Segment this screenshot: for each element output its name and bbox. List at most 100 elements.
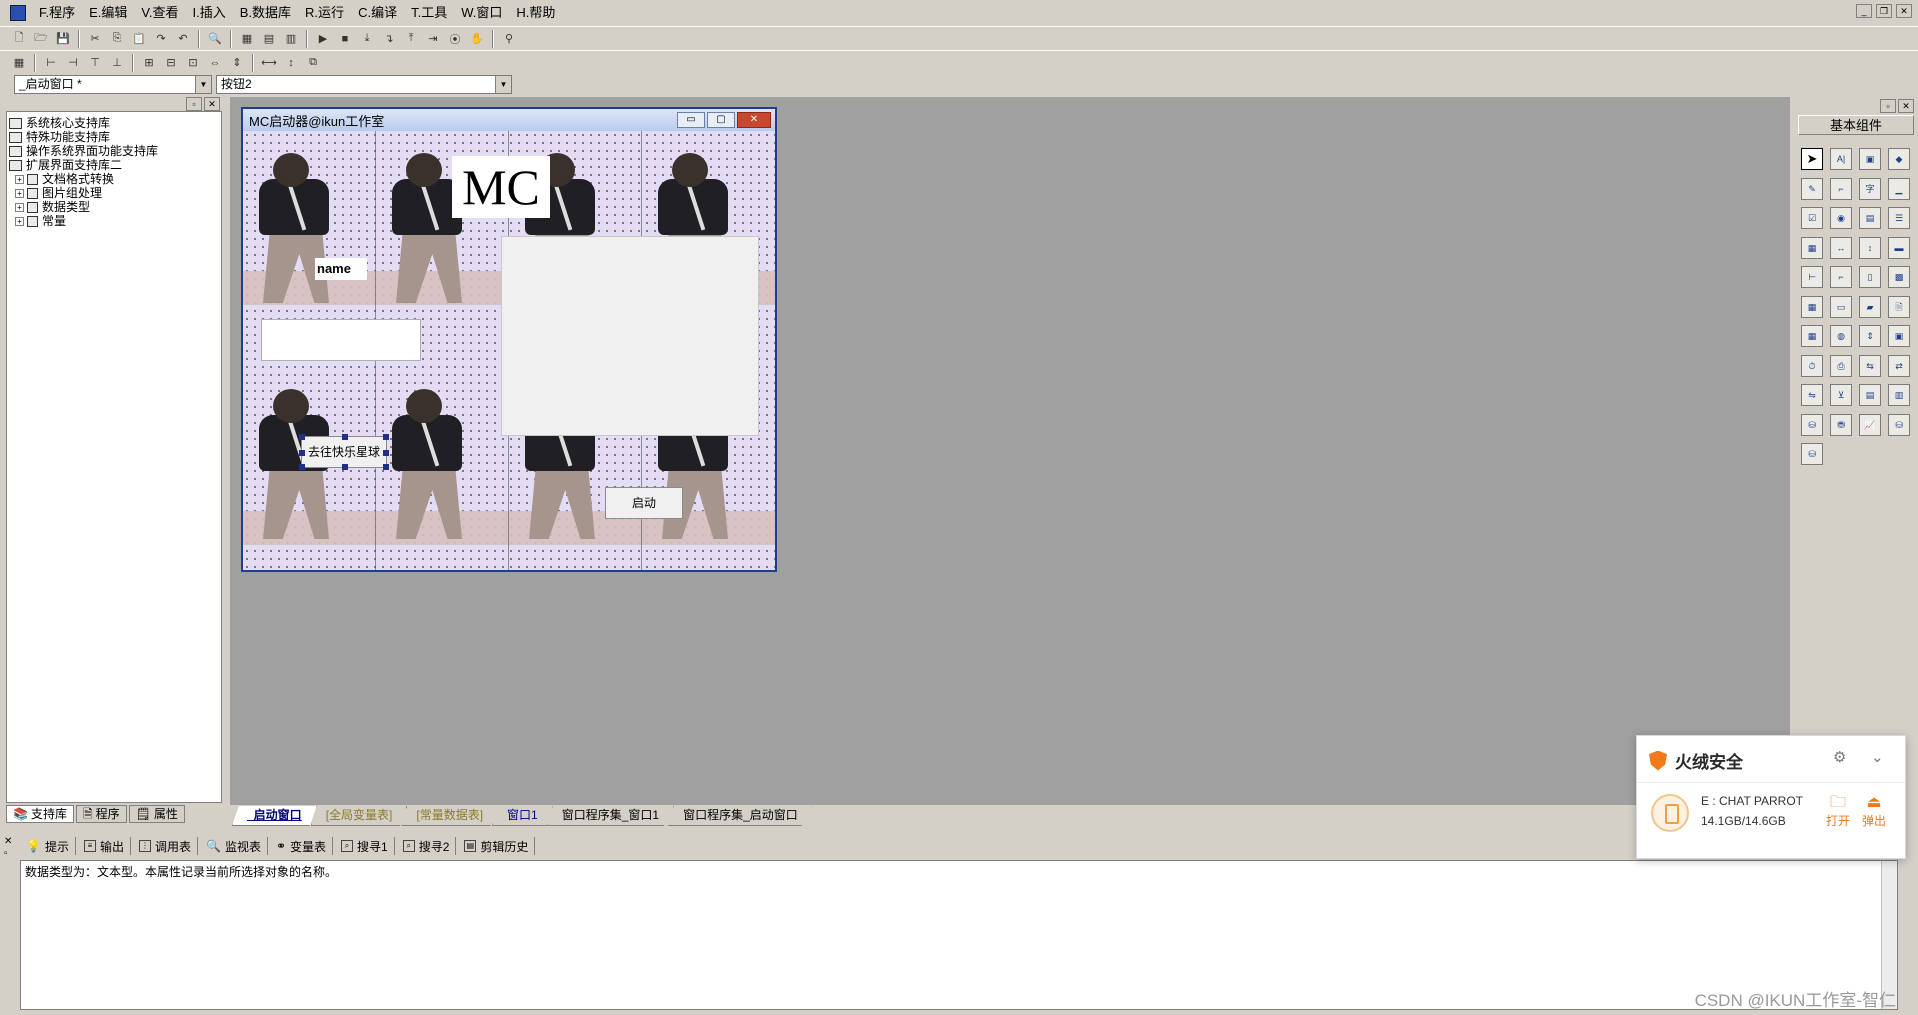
- tab-control-icon[interactable]: ⌐: [1830, 266, 1852, 288]
- tab-output[interactable]: ≡ 输出: [83, 837, 131, 855]
- close-icon[interactable]: ✕: [1898, 99, 1914, 113]
- hyperlink-icon[interactable]: ◍: [1830, 325, 1852, 347]
- menu-insert[interactable]: I.插入: [186, 1, 233, 25]
- layout-two-icon[interactable]: ▤: [260, 30, 278, 48]
- drive-box-icon[interactable]: ▭: [1830, 295, 1852, 318]
- color-picker-icon[interactable]: ▦: [1801, 325, 1823, 347]
- component-select[interactable]: 按钮2 ▼: [216, 74, 512, 94]
- file-box-icon[interactable]: 🗎: [1888, 295, 1910, 318]
- tab-watch[interactable]: 🔍 监视表: [206, 837, 268, 855]
- menu-view[interactable]: V.查看: [134, 1, 185, 25]
- name-input[interactable]: [261, 319, 421, 361]
- maximize-icon[interactable]: ▢: [707, 112, 735, 128]
- label-text-icon[interactable]: 字: [1859, 177, 1881, 200]
- odbc-database-icon[interactable]: ⛁: [1888, 413, 1910, 436]
- breakpoint-icon[interactable]: ⦿: [446, 30, 464, 48]
- tree-item[interactable]: 扩展界面支持库二: [9, 158, 219, 172]
- common-dialog-icon[interactable]: ▣: [1888, 325, 1910, 347]
- server-icon[interactable]: ⇋: [1801, 384, 1823, 406]
- menu-database[interactable]: B.数据库: [233, 1, 298, 25]
- tree-item[interactable]: + 文档格式转换: [9, 172, 219, 186]
- list-box-icon[interactable]: ☰: [1888, 207, 1910, 229]
- align-left-icon[interactable]: ⊢: [42, 54, 60, 72]
- tab-hint[interactable]: 💡 提示: [26, 837, 76, 855]
- label-component-icon[interactable]: A|: [1830, 148, 1852, 170]
- tree-item[interactable]: 操作系统界面功能支持库: [9, 144, 219, 158]
- run-icon[interactable]: ▶: [314, 30, 332, 48]
- resize-handle[interactable]: [299, 464, 305, 470]
- designer-form-window[interactable]: MC启动器@ikun工作室 ▭ ▢ ✕ MC name 去往快乐星球 启动: [241, 107, 777, 572]
- mc-title-label[interactable]: MC: [452, 156, 550, 218]
- layout-one-icon[interactable]: ▦: [238, 30, 256, 48]
- tree-item[interactable]: + 常量: [9, 214, 219, 228]
- printer-icon[interactable]: ⎙: [1830, 354, 1852, 377]
- layout-three-icon[interactable]: ▥: [282, 30, 300, 48]
- expand-icon[interactable]: +: [15, 188, 24, 198]
- data-link-icon[interactable]: ⛃: [1830, 413, 1852, 436]
- tab-variables[interactable]: ⚭ 变量表: [276, 837, 334, 855]
- pin-icon[interactable]: ▫: [1880, 99, 1896, 113]
- client-icon[interactable]: ⇄: [1888, 354, 1910, 377]
- menu-compile[interactable]: C.编译: [351, 1, 404, 25]
- gear-icon[interactable]: ⚙: [1833, 748, 1846, 766]
- resize-handle[interactable]: [383, 450, 389, 456]
- minimize-icon[interactable]: ▭: [677, 112, 705, 128]
- resize-handle[interactable]: [383, 434, 389, 440]
- undo-icon[interactable]: ↶: [174, 30, 192, 48]
- resize-handle[interactable]: [299, 434, 305, 440]
- save-icon[interactable]: 💾: [54, 30, 72, 48]
- tab-search1[interactable]: ⌕ 搜寻1: [341, 837, 395, 855]
- drawing-board-icon[interactable]: ✎: [1801, 177, 1823, 200]
- edit-box-icon[interactable]: ▁: [1888, 177, 1910, 200]
- horizontal-scrollbar-icon[interactable]: ↔: [1830, 236, 1852, 259]
- progress-bar-icon[interactable]: ▬: [1888, 236, 1910, 259]
- menu-window[interactable]: W.窗口: [454, 1, 509, 25]
- adjuster-icon[interactable]: ⇕: [1859, 325, 1881, 347]
- open-folder-icon[interactable]: 🗁: [32, 30, 50, 48]
- pointer-icon[interactable]: ➤: [1801, 148, 1823, 170]
- align-top-icon[interactable]: ⊤: [86, 54, 104, 72]
- chevron-down-icon[interactable]: ⌄: [1871, 748, 1884, 766]
- expand-icon[interactable]: +: [15, 216, 24, 226]
- same-size-icon[interactable]: ⊡: [184, 54, 202, 72]
- redo-icon[interactable]: ↷: [152, 30, 170, 48]
- group-box-icon[interactable]: ⌐: [1830, 177, 1852, 200]
- tab-window1[interactable]: 窗口1: [492, 806, 553, 826]
- close-icon[interactable]: ✕: [1896, 4, 1912, 18]
- animation-box-icon[interactable]: ▯: [1859, 266, 1881, 288]
- calendar-icon[interactable]: ▩: [1888, 266, 1910, 288]
- restore-icon[interactable]: ❐: [1876, 4, 1892, 18]
- tab-properties[interactable]: 🗒 属性: [128, 805, 185, 823]
- vertical-scrollbar-icon[interactable]: ↕: [1859, 236, 1881, 259]
- binoculars-icon[interactable]: ⚲: [500, 30, 518, 48]
- chevron-down-icon[interactable]: ▼: [195, 75, 211, 93]
- form-title-bar[interactable]: MC启动器@ikun工作室 ▭ ▢ ✕: [243, 109, 775, 131]
- menu-program[interactable]: F.程序: [32, 1, 82, 25]
- tab-search2[interactable]: ⌕ 搜寻2: [402, 837, 457, 855]
- data-report-icon[interactable]: ⇆: [1859, 354, 1881, 377]
- chart-icon[interactable]: 📈: [1859, 413, 1881, 436]
- paste-icon[interactable]: 📋: [130, 30, 148, 48]
- name-label[interactable]: name: [315, 258, 367, 280]
- open-drive-button[interactable]: 🗀 打开: [1823, 794, 1853, 829]
- table-icon[interactable]: ▤: [1859, 384, 1881, 406]
- tab-start-window[interactable]: _启动窗口: [232, 806, 317, 826]
- tab-library[interactable]: 📚 支持库: [6, 805, 74, 823]
- bring-front-icon[interactable]: ⧉: [304, 54, 322, 72]
- checkbox-icon[interactable]: ☑: [1801, 207, 1823, 229]
- expand-icon[interactable]: +: [15, 202, 24, 212]
- timer-icon[interactable]: ⏱: [1801, 354, 1823, 377]
- align-center-icon[interactable]: ⊣: [64, 54, 82, 72]
- shape-box-icon[interactable]: ◆: [1888, 148, 1910, 170]
- chevron-down-icon[interactable]: ▼: [495, 75, 511, 93]
- output-list-box[interactable]: [501, 236, 759, 436]
- combo-box-icon[interactable]: ▤: [1859, 207, 1881, 229]
- window-select[interactable]: _启动窗口 * ▼: [14, 74, 212, 94]
- tree-item[interactable]: + 图片组处理: [9, 186, 219, 200]
- tab-clip-history[interactable]: ▤ 剪辑历史: [464, 837, 536, 855]
- find-icon[interactable]: 🔍: [206, 30, 224, 48]
- pin-icon[interactable]: ▫: [186, 97, 202, 111]
- expand-icon[interactable]: +: [15, 174, 24, 184]
- tab-window1-assembly[interactable]: 窗口程序集_窗口1: [546, 806, 675, 826]
- copy-icon[interactable]: ⎘: [108, 30, 126, 48]
